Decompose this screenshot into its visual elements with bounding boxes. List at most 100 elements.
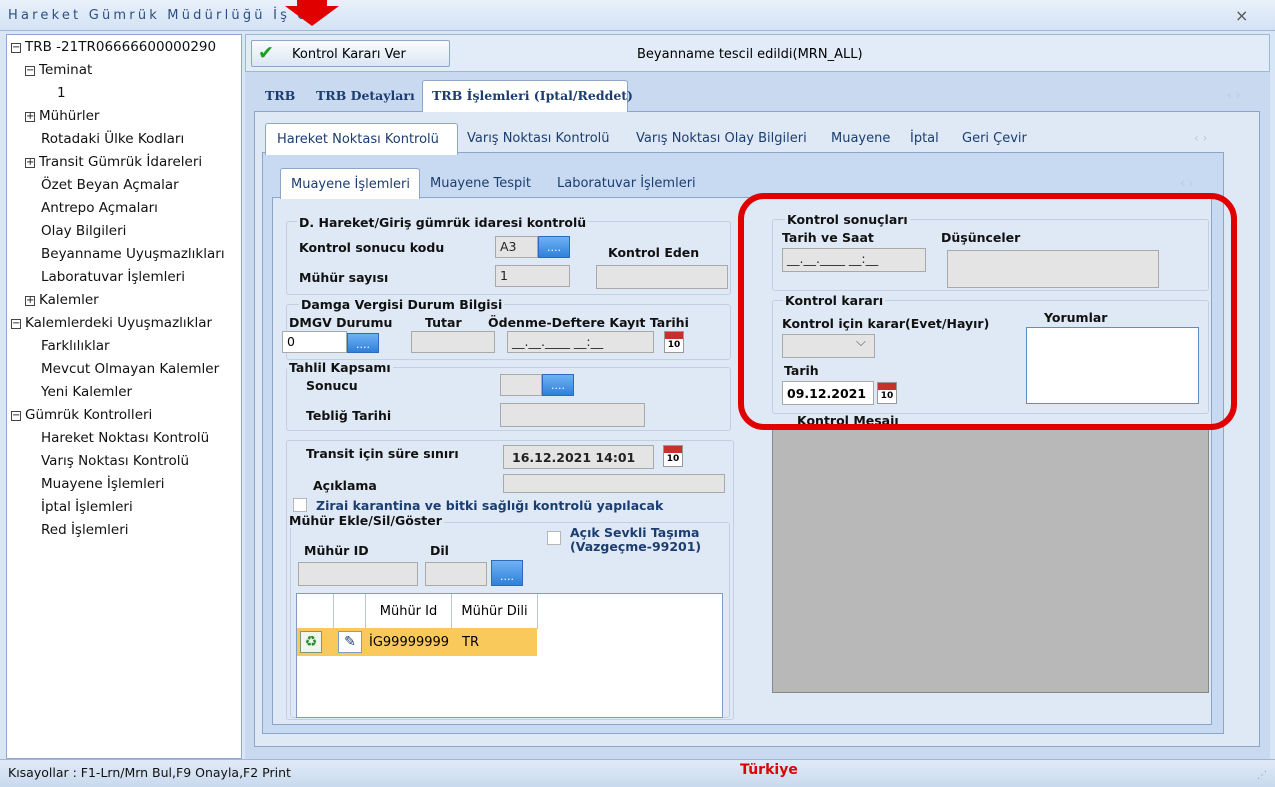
tab-hareket-noktasi[interactable]: Hareket Noktası Kontrolü (265, 123, 458, 155)
acik-sevkli-label: Açık Sevkli Taşıma (Vazgeçme-99201) (570, 525, 702, 554)
dmgv-durumu-label: DMGV Durumu (289, 315, 393, 330)
transit-sure-label: Transit için süre sınırı (306, 446, 459, 461)
muhur-sayisi-field[interactable]: 1 (495, 265, 570, 287)
teblig-tarihi-label: Tebliğ Tarihi (306, 408, 392, 423)
tree-item-kalemlerdeki[interactable]: − Kalemlerdeki Uyuşmazlıklar (11, 315, 212, 331)
aciklama-field[interactable] (503, 474, 725, 493)
tree-item-muayene[interactable]: Muayene İşlemleri (41, 476, 165, 492)
tree-item-beyanname[interactable]: Beyanname Uyuşmazlıkları (41, 246, 225, 262)
kontrol-sonucu-kodu-label: Kontrol sonucu kodu (299, 240, 445, 255)
kontrol-eden-field[interactable] (596, 265, 728, 289)
tab-scroll-arrows[interactable]: ‹ › (1227, 88, 1240, 102)
tree-item-kalemler[interactable]: + Kalemler (25, 292, 99, 308)
tree-item-mevcut[interactable]: Mevcut Olmayan Kalemler (41, 361, 219, 377)
tree-item-transit[interactable]: + Transit Gümrük İdareleri (25, 154, 202, 170)
tree-item-yeni[interactable]: Yeni Kalemler (41, 384, 132, 400)
tab-muayene-islemleri[interactable]: Muayene İşlemleri (280, 168, 420, 199)
dmgv-lookup-button[interactable]: .... (347, 333, 379, 353)
collapse-icon[interactable]: − (11, 411, 21, 421)
kontrol-eden-label: Kontrol Eden (608, 245, 700, 260)
resize-grip-icon[interactable]: ⋰ (1257, 770, 1267, 781)
tutar-label: Tutar (425, 315, 462, 330)
tree-item-red[interactable]: Red İşlemleri (41, 522, 129, 538)
window-title: Hareket Gümrük Müdürlüğü İş eri (8, 8, 324, 23)
red-arrow-annotation (285, 0, 339, 26)
tree-item-rotadaki[interactable]: Rotadaki Ülke Kodları (41, 131, 184, 147)
tab-trb-detaylari[interactable]: TRB Detayları (316, 88, 415, 103)
checkmark-icon: ✔ (258, 42, 274, 64)
sonucu-lookup-button[interactable]: .... (542, 374, 574, 396)
red-highlight-annotation (738, 193, 1237, 430)
navigation-tree: − TRB -21TR06666600000290 − Teminat 1 + Müh… (6, 34, 242, 759)
shortcuts-text: Kısayollar : F1-Lrn/Mrn Bul,F9 Onayla,F2… (8, 765, 291, 780)
odenme-tarihi-field[interactable]: __.__.____ __:__ (507, 331, 654, 353)
recycle-icon[interactable]: ♻ (300, 631, 322, 653)
kontrol-sonucu-lookup-button[interactable]: .... (538, 236, 570, 258)
tree-item-olay[interactable]: Olay Bilgileri (41, 223, 126, 239)
zirai-label: Zirai karantina ve bitki sağlığı kontrol… (316, 498, 664, 513)
tab-muayene[interactable]: Muayene (831, 131, 890, 146)
teblig-tarihi-field[interactable] (500, 403, 645, 427)
muhur-id-label: Mühür ID (304, 543, 369, 558)
tab-geri-cevir[interactable]: Geri Çevir (962, 131, 1027, 146)
tab-iptal[interactable]: İptal (910, 131, 939, 146)
expand-icon[interactable]: + (25, 296, 35, 306)
tree-item-trb[interactable]: − TRB -21TR06666600000290 (11, 39, 216, 55)
transit-sure-field[interactable]: 16.12.2021 14:01 (503, 445, 654, 469)
tree-item-antrepo[interactable]: Antrepo Açmaları (41, 200, 158, 216)
tree-item-gumruk[interactable]: − Gümrük Kontrolleri (11, 407, 152, 423)
seal-id-cell: İG99999999 (369, 635, 450, 650)
muhur-sayisi-label: Mühür sayısı (299, 270, 389, 285)
zirai-checkbox[interactable] (293, 498, 307, 512)
tab-scroll-arrows[interactable]: ‹ › (1194, 131, 1207, 145)
calendar-icon[interactable]: 10 (664, 331, 684, 353)
collapse-icon[interactable]: − (11, 43, 21, 53)
sonucu-field[interactable] (500, 374, 542, 396)
tree-item-teminat[interactable]: − Teminat (25, 62, 92, 78)
grid-header-muhur-dili[interactable]: Mühür Dili (452, 594, 538, 629)
grid-header-delete (297, 594, 334, 629)
group-title-damga: Damga Vergisi Durum Bilgisi (299, 297, 505, 312)
tab-varis-noktasi[interactable]: Varış Noktası Kontrolü (467, 131, 610, 146)
odenme-tarihi-label: Ödenme-Deftere Kayıt Tarihi (488, 315, 689, 330)
expand-icon[interactable]: + (25, 158, 35, 168)
acik-sevkli-checkbox[interactable] (547, 531, 561, 545)
tree-item-teminat-1[interactable]: 1 (57, 85, 66, 101)
dmgv-durumu-field[interactable]: 0 (282, 331, 347, 353)
dil-label: Dil (430, 543, 449, 558)
close-icon[interactable]: × (1235, 6, 1248, 25)
edit-icon[interactable]: ✎ (338, 631, 362, 653)
calendar-icon[interactable]: 10 (663, 445, 683, 467)
kontrol-sonucu-kodu-field[interactable]: A3 (495, 236, 538, 258)
tab-scroll-arrows[interactable]: ‹ › (1180, 176, 1193, 190)
tab-trb-islemleri[interactable]: TRB İşlemleri (Iptal/Reddet) (422, 80, 633, 112)
tab-trb[interactable]: TRB (265, 88, 295, 103)
grid-header-muhur-id[interactable]: Mühür Id (366, 594, 452, 629)
tab-laboratuvar-islemleri[interactable]: Laboratuvar İşlemleri (557, 176, 696, 191)
tree-item-muhurler[interactable]: + Mühürler (25, 108, 99, 124)
collapse-icon[interactable]: − (11, 319, 21, 329)
tree-item-farkliliklar[interactable]: Farklılıklar (41, 338, 110, 354)
group-title-muhur: Mühür Ekle/Sil/Göster (287, 513, 444, 528)
seal-lang-cell: TR (462, 635, 479, 650)
dil-field[interactable] (425, 562, 487, 586)
sonucu-label: Sonucu (306, 378, 358, 393)
country-label: Türkiye (740, 762, 798, 778)
tree-item-ozet[interactable]: Özet Beyan Açmalar (41, 177, 179, 193)
aciklama-label: Açıklama (313, 478, 377, 493)
tree-item-iptal[interactable]: İptal İşlemleri (41, 499, 133, 515)
tutar-field[interactable] (411, 331, 495, 353)
muhur-id-field[interactable] (298, 562, 418, 586)
tree-item-hareket[interactable]: Hareket Noktası Kontrolü (41, 430, 209, 446)
kontrol-karari-ver-button[interactable]: ✔ Kontrol Kararı Ver (251, 40, 450, 67)
tree-item-laboratuvar[interactable]: Laboratuvar İşlemleri (41, 269, 185, 285)
tree-item-varis[interactable]: Varış Noktası Kontrolü (41, 453, 189, 469)
dil-lookup-button[interactable]: .... (491, 560, 523, 586)
expand-icon[interactable]: + (25, 112, 35, 122)
grid-header-edit (334, 594, 366, 629)
declaration-status: Beyanname tescil edildi(MRN_ALL) (637, 47, 863, 62)
tab-muayene-tespit[interactable]: Muayene Tespit (430, 176, 531, 191)
main-window: Hareket Gümrük Müdürlüğü İş eri × − TRB -… (0, 0, 1275, 787)
collapse-icon[interactable]: − (25, 66, 35, 76)
tab-varis-olay[interactable]: Varış Noktası Olay Bilgileri (636, 131, 807, 146)
